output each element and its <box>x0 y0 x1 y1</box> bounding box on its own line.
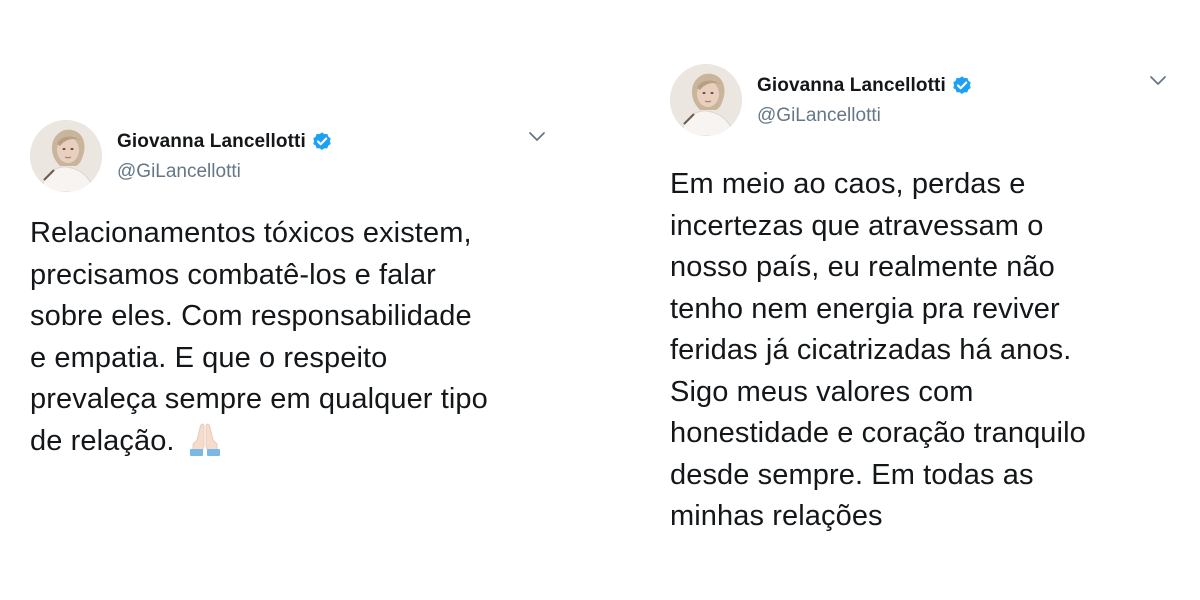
folded-hands-icon <box>185 422 225 456</box>
tweet-card[interactable]: Giovanna Lancellotti @GiLancellotti Rela… <box>30 120 560 462</box>
user-handle[interactable]: @GiLancellotti <box>117 161 333 183</box>
tweet-body: Relacionamentos tóxicos existem, precisa… <box>30 213 560 462</box>
display-name[interactable]: Giovanna Lancellotti <box>757 75 946 97</box>
display-name-row: Giovanna Lancellotti <box>117 129 333 155</box>
avatar-photo <box>30 120 102 192</box>
tweet-text: Relacionamentos tóxicos existem, precisa… <box>30 217 488 457</box>
tweet-card[interactable]: Giovanna Lancellotti @GiLancellotti Em m… <box>670 64 1180 538</box>
display-name-row: Giovanna Lancellotti <box>757 73 973 99</box>
author-info: Giovanna Lancellotti @GiLancellotti <box>117 129 333 183</box>
verified-badge-icon <box>311 131 333 153</box>
author-info: Giovanna Lancellotti @GiLancellotti <box>757 73 973 127</box>
chevron-down-icon[interactable] <box>527 126 547 146</box>
tweet-text: Em meio ao caos, perdas e incertezas que… <box>670 168 1086 532</box>
avatar[interactable] <box>670 64 742 136</box>
tweet-header: Giovanna Lancellotti @GiLancellotti <box>30 120 560 196</box>
display-name[interactable]: Giovanna Lancellotti <box>117 131 306 153</box>
tweet-header: Giovanna Lancellotti @GiLancellotti <box>670 64 1180 140</box>
chevron-down-icon[interactable] <box>1148 70 1168 90</box>
verified-badge-icon <box>951 75 973 97</box>
user-handle[interactable]: @GiLancellotti <box>757 105 973 127</box>
avatar[interactable] <box>30 120 102 192</box>
tweet-body: Em meio ao caos, perdas e incertezas que… <box>670 164 1180 538</box>
avatar-photo <box>670 64 742 136</box>
